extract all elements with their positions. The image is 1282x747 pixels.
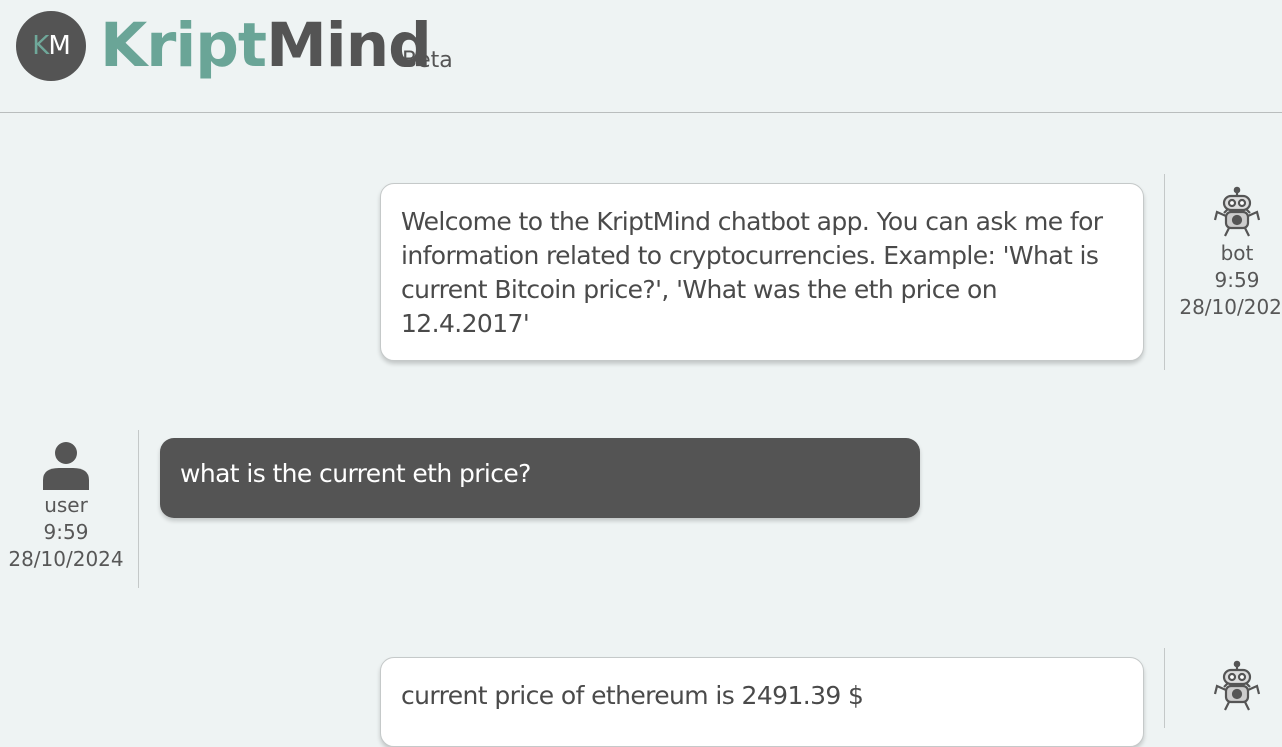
message-text: what is the current eth price? bbox=[180, 459, 531, 488]
app-title: KriptMind bbox=[100, 6, 432, 86]
message-time: 9:59 bbox=[43, 520, 89, 544]
user-message-bubble: what is the current eth price? bbox=[160, 438, 920, 518]
user-message-meta: user 9:59 28/10/2024 bbox=[6, 440, 126, 573]
robot-icon bbox=[1213, 660, 1261, 711]
bot-message-meta: bot 9:59 28/10/2024 bbox=[1177, 186, 1282, 321]
robot-icon bbox=[1213, 186, 1261, 237]
sender-label: user bbox=[44, 493, 88, 517]
app-header: KM KriptMind Beta bbox=[0, 0, 1282, 113]
message-divider bbox=[1164, 648, 1165, 728]
message-divider bbox=[1164, 174, 1165, 370]
message-text: Welcome to the KriptMind chatbot app. Yo… bbox=[401, 207, 1103, 338]
beta-badge: Beta bbox=[402, 48, 453, 73]
message-date: 28/10/2024 bbox=[1179, 295, 1282, 319]
logo-icon: KM bbox=[16, 11, 86, 81]
message-date: 28/10/2024 bbox=[8, 547, 124, 571]
message-divider bbox=[138, 430, 139, 588]
app-title-part1: Kript bbox=[100, 10, 267, 81]
bot-message-meta bbox=[1177, 660, 1282, 714]
message-text: current price of ethereum is 2491.39 $ bbox=[401, 681, 864, 710]
sender-label: bot bbox=[1220, 241, 1254, 265]
bot-message-bubble: Welcome to the KriptMind chatbot app. Yo… bbox=[380, 183, 1144, 361]
message-time: 9:59 bbox=[1214, 268, 1260, 292]
user-icon bbox=[43, 442, 89, 490]
bot-message-bubble: current price of ethereum is 2491.39 $ bbox=[380, 657, 1144, 747]
